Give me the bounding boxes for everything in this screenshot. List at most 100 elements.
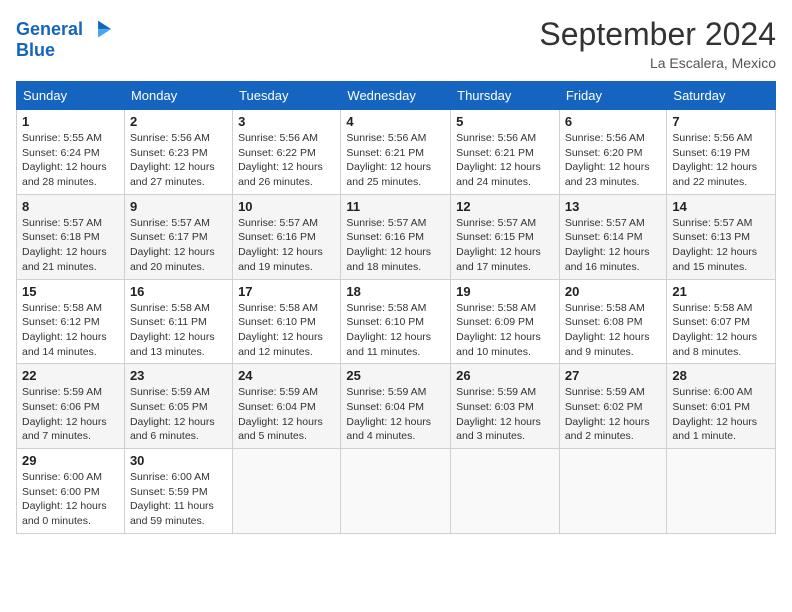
month-title: September 2024: [539, 16, 776, 53]
day-number: 11: [346, 199, 445, 214]
day-detail: Sunrise: 5:56 AM Sunset: 6:20 PM Dayligh…: [565, 131, 662, 190]
weekday-monday: Monday: [124, 82, 232, 110]
day-detail: Sunrise: 5:56 AM Sunset: 6:23 PM Dayligh…: [130, 131, 227, 190]
calendar-week-1: 1 Sunrise: 5:55 AM Sunset: 6:24 PM Daylig…: [17, 110, 776, 195]
day-number: 5: [456, 114, 554, 129]
calendar-cell: 13 Sunrise: 5:57 AM Sunset: 6:14 PM Dayli…: [559, 194, 667, 279]
calendar-week-3: 15Sunrise: 5:58 AM Sunset: 6:12 PM Dayli…: [17, 279, 776, 364]
day-detail: Sunrise: 5:59 AM Sunset: 6:05 PM Dayligh…: [130, 385, 227, 444]
weekday-wednesday: Wednesday: [341, 82, 451, 110]
calendar-cell: 17 Sunrise: 5:58 AM Sunset: 6:10 PM Dayli…: [233, 279, 341, 364]
day-number: 1: [22, 114, 119, 129]
calendar-table: SundayMondayTuesdayWednesdayThursdayFrid…: [16, 81, 776, 534]
calendar-cell: 6 Sunrise: 5:56 AM Sunset: 6:20 PM Daylig…: [559, 110, 667, 195]
day-number: 2: [130, 114, 227, 129]
calendar-cell: 5 Sunrise: 5:56 AM Sunset: 6:21 PM Daylig…: [451, 110, 560, 195]
calendar-cell: 4 Sunrise: 5:56 AM Sunset: 6:21 PM Daylig…: [341, 110, 451, 195]
day-detail: Sunrise: 6:00 AM Sunset: 6:01 PM Dayligh…: [672, 385, 770, 444]
day-detail: Sunrise: 5:57 AM Sunset: 6:18 PM Dayligh…: [22, 216, 119, 275]
weekday-header-row: SundayMondayTuesdayWednesdayThursdayFrid…: [17, 82, 776, 110]
day-detail: Sunrise: 5:59 AM Sunset: 6:04 PM Dayligh…: [238, 385, 335, 444]
calendar-cell: 10 Sunrise: 5:57 AM Sunset: 6:16 PM Dayli…: [233, 194, 341, 279]
day-number: 17: [238, 284, 335, 299]
day-number: 3: [238, 114, 335, 129]
calendar-cell: 22Sunrise: 5:59 AM Sunset: 6:06 PM Dayli…: [17, 364, 125, 449]
day-number: 28: [672, 368, 770, 383]
calendar-cell: 9Sunrise: 5:57 AM Sunset: 6:17 PM Daylig…: [124, 194, 232, 279]
calendar-cell: 1 Sunrise: 5:55 AM Sunset: 6:24 PM Daylig…: [17, 110, 125, 195]
logo-icon: [85, 16, 113, 44]
day-detail: Sunrise: 5:58 AM Sunset: 6:11 PM Dayligh…: [130, 301, 227, 360]
day-detail: Sunrise: 5:58 AM Sunset: 6:09 PM Dayligh…: [456, 301, 554, 360]
day-number: 18: [346, 284, 445, 299]
day-detail: Sunrise: 5:57 AM Sunset: 6:13 PM Dayligh…: [672, 216, 770, 275]
day-detail: Sunrise: 5:56 AM Sunset: 6:21 PM Dayligh…: [346, 131, 445, 190]
day-detail: Sunrise: 5:58 AM Sunset: 6:10 PM Dayligh…: [346, 301, 445, 360]
calendar-week-5: 29 Sunrise: 6:00 AM Sunset: 6:00 PM Dayli…: [17, 449, 776, 534]
calendar-cell: [559, 449, 667, 534]
day-number: 10: [238, 199, 335, 214]
day-detail: Sunrise: 5:57 AM Sunset: 6:15 PM Dayligh…: [456, 216, 554, 275]
day-detail: Sunrise: 5:56 AM Sunset: 6:19 PM Dayligh…: [672, 131, 770, 190]
day-number: 12: [456, 199, 554, 214]
weekday-sunday: Sunday: [17, 82, 125, 110]
day-number: 26: [456, 368, 554, 383]
weekday-thursday: Thursday: [451, 82, 560, 110]
day-detail: Sunrise: 5:59 AM Sunset: 6:02 PM Dayligh…: [565, 385, 662, 444]
day-number: 24: [238, 368, 335, 383]
logo-text: General: [16, 20, 83, 40]
calendar-cell: 21 Sunrise: 5:58 AM Sunset: 6:07 PM Dayli…: [667, 279, 776, 364]
day-detail: Sunrise: 5:58 AM Sunset: 6:07 PM Dayligh…: [672, 301, 770, 360]
calendar-cell: 27 Sunrise: 5:59 AM Sunset: 6:02 PM Dayli…: [559, 364, 667, 449]
calendar-cell: 7 Sunrise: 5:56 AM Sunset: 6:19 PM Daylig…: [667, 110, 776, 195]
day-detail: Sunrise: 5:58 AM Sunset: 6:10 PM Dayligh…: [238, 301, 335, 360]
day-detail: Sunrise: 5:56 AM Sunset: 6:22 PM Dayligh…: [238, 131, 335, 190]
day-detail: Sunrise: 5:57 AM Sunset: 6:16 PM Dayligh…: [238, 216, 335, 275]
day-detail: Sunrise: 5:58 AM Sunset: 6:12 PM Dayligh…: [22, 301, 119, 360]
calendar-cell: 26 Sunrise: 5:59 AM Sunset: 6:03 PM Dayli…: [451, 364, 560, 449]
calendar-cell: 23 Sunrise: 5:59 AM Sunset: 6:05 PM Dayli…: [124, 364, 232, 449]
day-number: 19: [456, 284, 554, 299]
location: La Escalera, Mexico: [539, 55, 776, 71]
day-number: 6: [565, 114, 662, 129]
calendar-cell: 14Sunrise: 5:57 AM Sunset: 6:13 PM Dayli…: [667, 194, 776, 279]
calendar-body: 1 Sunrise: 5:55 AM Sunset: 6:24 PM Daylig…: [17, 110, 776, 534]
calendar-cell: 18 Sunrise: 5:58 AM Sunset: 6:10 PM Dayli…: [341, 279, 451, 364]
day-detail: Sunrise: 5:57 AM Sunset: 6:16 PM Dayligh…: [346, 216, 445, 275]
day-detail: Sunrise: 5:59 AM Sunset: 6:04 PM Dayligh…: [346, 385, 445, 444]
calendar-week-2: 8Sunrise: 5:57 AM Sunset: 6:18 PM Daylig…: [17, 194, 776, 279]
day-detail: Sunrise: 5:59 AM Sunset: 6:03 PM Dayligh…: [456, 385, 554, 444]
calendar-cell: 24 Sunrise: 5:59 AM Sunset: 6:04 PM Dayli…: [233, 364, 341, 449]
title-area: September 2024 La Escalera, Mexico: [539, 16, 776, 71]
day-number: 23: [130, 368, 227, 383]
day-number: 13: [565, 199, 662, 214]
calendar-cell: 30Sunrise: 6:00 AM Sunset: 5:59 PM Dayli…: [124, 449, 232, 534]
calendar-week-4: 22Sunrise: 5:59 AM Sunset: 6:06 PM Dayli…: [17, 364, 776, 449]
calendar-cell: 8Sunrise: 5:57 AM Sunset: 6:18 PM Daylig…: [17, 194, 125, 279]
day-detail: Sunrise: 5:55 AM Sunset: 6:24 PM Dayligh…: [22, 131, 119, 190]
calendar-cell: 3 Sunrise: 5:56 AM Sunset: 6:22 PM Daylig…: [233, 110, 341, 195]
day-number: 4: [346, 114, 445, 129]
day-number: 7: [672, 114, 770, 129]
day-number: 21: [672, 284, 770, 299]
logo: General Blue: [16, 16, 113, 61]
calendar-cell: 29 Sunrise: 6:00 AM Sunset: 6:00 PM Dayli…: [17, 449, 125, 534]
calendar-cell: [667, 449, 776, 534]
calendar-cell: [233, 449, 341, 534]
day-number: 16: [130, 284, 227, 299]
day-detail: Sunrise: 5:57 AM Sunset: 6:14 PM Dayligh…: [565, 216, 662, 275]
day-detail: Sunrise: 5:58 AM Sunset: 6:08 PM Dayligh…: [565, 301, 662, 360]
weekday-friday: Friday: [559, 82, 667, 110]
calendar-cell: 12 Sunrise: 5:57 AM Sunset: 6:15 PM Dayli…: [451, 194, 560, 279]
calendar-cell: 20Sunrise: 5:58 AM Sunset: 6:08 PM Dayli…: [559, 279, 667, 364]
calendar-cell: 2 Sunrise: 5:56 AM Sunset: 6:23 PM Daylig…: [124, 110, 232, 195]
calendar-cell: [451, 449, 560, 534]
calendar-cell: [341, 449, 451, 534]
day-detail: Sunrise: 6:00 AM Sunset: 6:00 PM Dayligh…: [22, 470, 119, 529]
weekday-tuesday: Tuesday: [233, 82, 341, 110]
day-detail: Sunrise: 5:59 AM Sunset: 6:06 PM Dayligh…: [22, 385, 119, 444]
day-number: 27: [565, 368, 662, 383]
day-detail: Sunrise: 5:56 AM Sunset: 6:21 PM Dayligh…: [456, 131, 554, 190]
calendar-cell: 28 Sunrise: 6:00 AM Sunset: 6:01 PM Dayli…: [667, 364, 776, 449]
day-number: 29: [22, 453, 119, 468]
